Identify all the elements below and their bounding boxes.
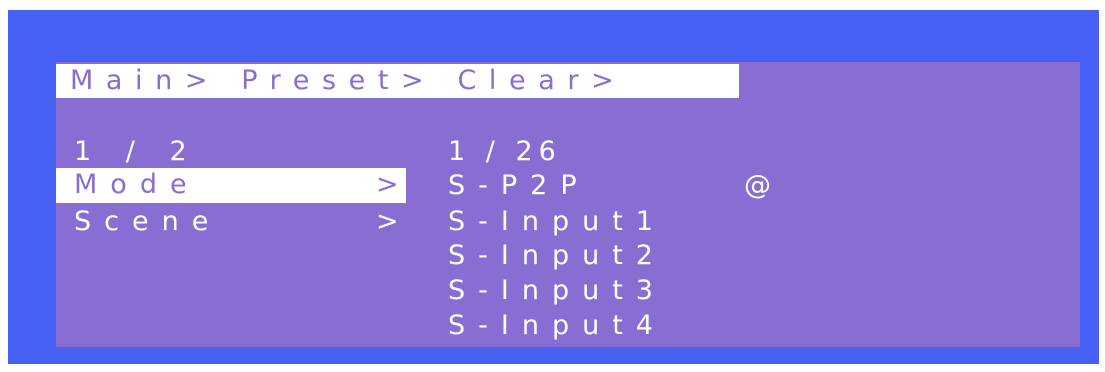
list-item[interactable]: S-Input2 [448, 238, 666, 274]
active-marker: @ [744, 170, 784, 201]
breadcrumb-text: Main> Preset> Clear> [70, 65, 627, 96]
menu-item-mode[interactable]: Mode > [56, 168, 406, 203]
right-page-indicator: 1 / 26 [448, 136, 562, 167]
list-item[interactable]: S-Input1 [448, 204, 666, 240]
menu-item-scene-label: Scene [74, 206, 222, 237]
menu-item-mode-arrow: > [376, 169, 412, 200]
list-item-label: S-P2P [448, 170, 590, 201]
menu-item-mode-label: Mode [74, 169, 200, 200]
list-item[interactable]: S-Input3 [448, 273, 666, 309]
menu-item-scene-arrow: > [376, 206, 412, 237]
breadcrumb: Main> Preset> Clear> [56, 64, 739, 98]
device-frame: Main> Preset> Clear> 1 / 2 Mode > Scene … [8, 10, 1099, 364]
list-item[interactable]: S-Input4 [448, 308, 666, 344]
left-page-indicator: 1 / 2 [74, 136, 200, 167]
osd-screen: Main> Preset> Clear> 1 / 2 Mode > Scene … [56, 62, 1080, 347]
